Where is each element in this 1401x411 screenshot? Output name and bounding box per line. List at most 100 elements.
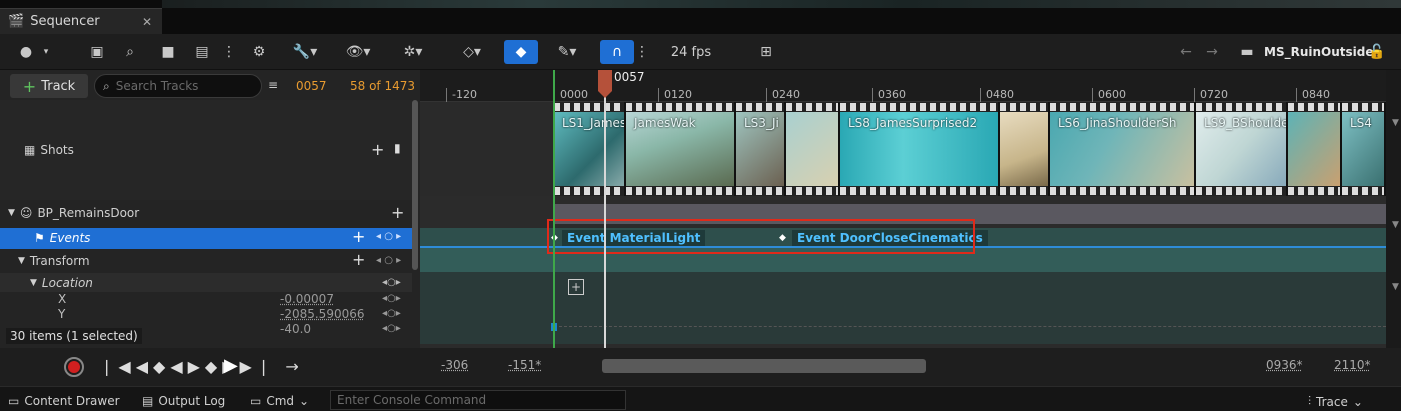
- flag-icon: ⚑: [34, 231, 45, 245]
- collapse-arrow-icon: ▼: [8, 208, 15, 218]
- highlight-box: [547, 219, 975, 254]
- current-frame: 0057: [296, 79, 327, 93]
- x-value-field[interactable]: -0.00007: [280, 292, 334, 306]
- transport-controls[interactable]: ❘◀◀◆◀▶◆▶▶❘ →: [100, 357, 304, 376]
- location-lane[interactable]: [420, 272, 1386, 344]
- actions-icon[interactable]: ⚙: [246, 40, 272, 64]
- search-tracks-input[interactable]: ⌕ Search Tracks: [94, 74, 262, 98]
- render-movie-icon[interactable]: ■: [156, 40, 180, 64]
- search-placeholder: Search Tracks: [115, 79, 199, 93]
- shots-track[interactable]: ▦ Shots: [24, 143, 74, 157]
- wrench-icon[interactable]: 🔧▾: [288, 40, 322, 64]
- shot-clip[interactable]: [786, 102, 840, 196]
- sequence-name[interactable]: MS_RuinOutside: [1264, 40, 1374, 64]
- snap-options-icon[interactable]: ⋮: [635, 40, 649, 64]
- events-track[interactable]: ⚑ Events: [34, 231, 90, 245]
- shot-clip[interactable]: JamesWak: [626, 102, 736, 196]
- expand-arrow-icon[interactable]: ▼: [1392, 220, 1399, 230]
- back-arrow-icon[interactable]: ←: [1176, 40, 1196, 64]
- shot-clip[interactable]: LS3_Ji: [736, 102, 786, 196]
- plus-icon: +: [22, 76, 37, 96]
- view-start-inner[interactable]: -151*: [508, 358, 541, 372]
- shot-clip[interactable]: [1288, 102, 1342, 196]
- ruler-tick: 0480: [986, 88, 1014, 101]
- find-asset-icon[interactable]: ⌕: [118, 40, 142, 64]
- cmd-selector[interactable]: ▭ Cmd ⌄: [250, 394, 309, 408]
- z-value-field[interactable]: -40.0: [280, 322, 311, 336]
- add-to-actor-icon[interactable]: +: [391, 203, 404, 222]
- play-icon[interactable]: ▶: [224, 355, 238, 376]
- actor-track[interactable]: ▼ ☺ BP_RemainsDoor: [8, 206, 139, 220]
- clapper-icon[interactable]: ▤: [190, 40, 214, 64]
- add-shot-icon[interactable]: +: [371, 140, 384, 159]
- right-scrollbar[interactable]: [1386, 70, 1401, 348]
- view-end-outer[interactable]: 2110*: [1334, 358, 1371, 372]
- search-icon: ⌕: [103, 78, 110, 93]
- content-drawer-button[interactable]: ▭ Content Drawer: [8, 394, 120, 408]
- more-options-icon[interactable]: ⋮: [222, 40, 236, 64]
- fps-selector[interactable]: 24 fps: [662, 40, 720, 64]
- x-label: X: [58, 292, 67, 306]
- key-nav-icon[interactable]: ◂○▸: [382, 277, 401, 288]
- shot-clip[interactable]: LS1_James: [554, 102, 626, 196]
- snap-magnet-icon[interactable]: ∩: [600, 40, 634, 64]
- auto-key-icon[interactable]: ◆: [504, 40, 538, 64]
- add-track-button[interactable]: + Track: [10, 74, 88, 98]
- add-transform-key-icon[interactable]: +: [352, 250, 365, 269]
- shots-strip[interactable]: LS1_James JamesWak LS3_Ji LS8_JamesSurpr…: [554, 102, 1386, 196]
- playhead[interactable]: [604, 70, 606, 348]
- key-nav-icon[interactable]: ◂○▸: [382, 293, 401, 304]
- eye-icon[interactable]: 👁▾: [338, 40, 378, 64]
- settings-gear-icon[interactable]: ✲▾: [394, 40, 432, 64]
- filter-icon[interactable]: ≡: [268, 78, 278, 92]
- key-nav-icon[interactable]: ◂ ○ ▸: [376, 255, 401, 266]
- shot-clip[interactable]: [1000, 102, 1050, 196]
- time-ruler[interactable]: -120 0000 0120 0240 0360 0480 0600 0720 …: [420, 70, 1386, 102]
- curve-editor-icon[interactable]: ⊞: [754, 40, 778, 64]
- items-status: 30 items (1 selected): [6, 328, 142, 344]
- transform-track[interactable]: ▼ Transform: [18, 254, 90, 268]
- trace-button[interactable]: ⫶ Trace ⌄: [1308, 394, 1363, 409]
- location-label: Location: [41, 276, 93, 290]
- trace-label: Trace: [1316, 394, 1348, 409]
- add-event-icon[interactable]: +: [352, 227, 365, 246]
- tab-sequencer[interactable]: 🎬 Sequencer ✕: [0, 8, 162, 34]
- ruler-tick: 0000: [560, 88, 588, 101]
- key-diamond-icon[interactable]: ◇▾: [452, 40, 492, 64]
- world-icon[interactable]: ●: [14, 40, 38, 64]
- expand-arrow-icon[interactable]: ▼: [1392, 282, 1399, 292]
- record-button[interactable]: [64, 357, 84, 377]
- add-key-icon[interactable]: +: [568, 279, 584, 295]
- forward-arrow-icon[interactable]: →: [1202, 40, 1222, 64]
- shots-label: Shots: [40, 143, 74, 157]
- ruler-tick: 0360: [878, 88, 906, 101]
- key-nav-icon[interactable]: ◂ ○ ▸: [376, 231, 401, 242]
- key-nav-icon[interactable]: ◂○▸: [382, 308, 401, 319]
- chevron-down-icon[interactable]: ▾: [40, 40, 52, 64]
- view-start-outer[interactable]: -306: [441, 358, 468, 372]
- shot-label: LS8_JamesSurprised2: [848, 116, 978, 130]
- view-range-scrollbar[interactable]: [602, 359, 926, 373]
- shot-clip[interactable]: LS9_BShoulde: [1196, 102, 1288, 196]
- lock-icon[interactable]: 🔓: [1368, 40, 1385, 64]
- expand-arrow-icon[interactable]: ▼: [1392, 118, 1399, 128]
- shot-clip[interactable]: LS8_JamesSurprised2: [840, 102, 1000, 196]
- view-end-inner[interactable]: 0936*: [1266, 358, 1303, 372]
- terminal-icon: ▭: [250, 394, 262, 408]
- drawer-icon: ▭: [8, 394, 20, 408]
- y-value-field[interactable]: -2085.590066: [280, 307, 365, 321]
- shot-clip[interactable]: LS6_JinaShoulderSh: [1050, 102, 1196, 196]
- outliner-scrollbar[interactable]: [412, 100, 418, 270]
- console-input[interactable]: Enter Console Command: [330, 390, 626, 410]
- save-icon[interactable]: ▣: [86, 40, 108, 64]
- shot-clip[interactable]: LS4: [1342, 102, 1386, 196]
- close-icon[interactable]: ✕: [142, 15, 152, 29]
- cmd-label: Cmd: [266, 394, 295, 408]
- pencil-icon[interactable]: ✎▾: [548, 40, 586, 64]
- output-log-button[interactable]: ▤ Output Log: [142, 394, 225, 408]
- start-marker[interactable]: [553, 70, 555, 348]
- location-track[interactable]: ▼ Location: [30, 276, 93, 290]
- chevron-down-icon: ⌄: [1352, 394, 1363, 409]
- key-nav-icon[interactable]: ◂○▸: [382, 323, 401, 334]
- camera-icon[interactable]: ▮: [394, 141, 401, 155]
